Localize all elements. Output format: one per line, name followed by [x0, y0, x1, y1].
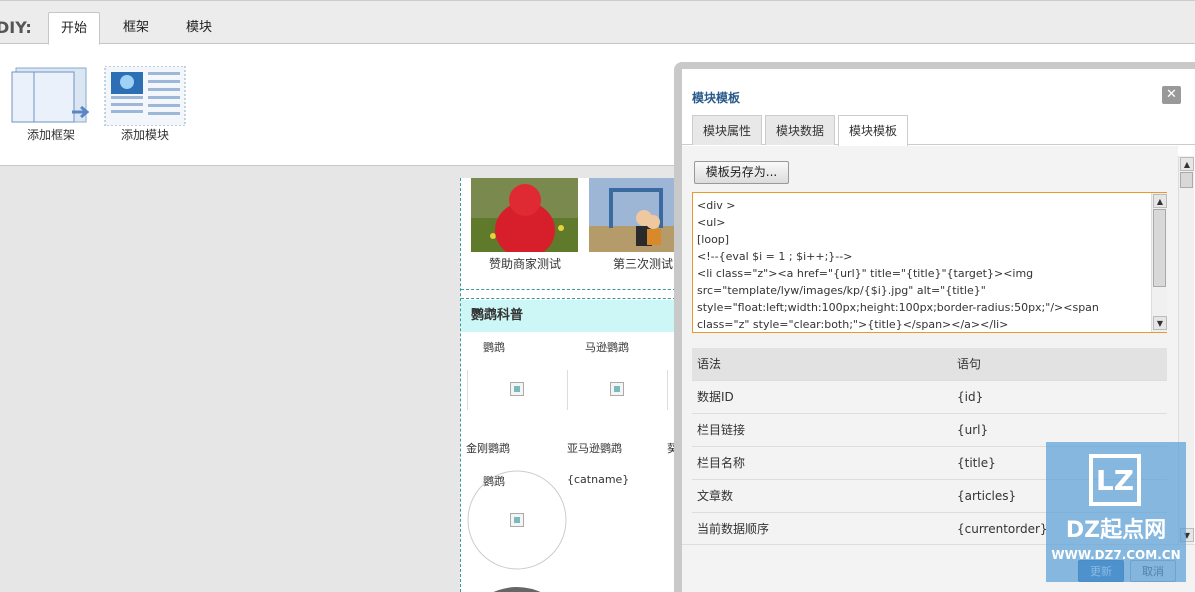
add-module-label: 添加模块 — [120, 128, 169, 142]
table-header: 语法 语句 — [692, 348, 1167, 381]
list-item[interactable]: 马逊鹦鹉 — [585, 339, 629, 355]
add-frame-label: 添加框架 — [26, 128, 75, 142]
diy-label: DIY: — [0, 18, 32, 37]
section-title: 鹦鹉科普 — [461, 300, 681, 332]
tab-start[interactable]: 开始 — [48, 12, 101, 45]
code-line: style="float:left;width:100px;height:100… — [697, 301, 1099, 314]
divider — [567, 370, 568, 410]
broken-image-icon[interactable] — [510, 513, 524, 527]
add-frame-icon — [11, 67, 90, 123]
close-icon: ✕ — [1166, 87, 1177, 102]
add-module-icon — [104, 65, 186, 127]
tab-module-properties[interactable]: 模块属性 — [692, 115, 763, 145]
divider — [467, 370, 468, 410]
syntax-name: 栏目名称 — [697, 456, 746, 470]
list-item[interactable]: 鹦鹉 — [483, 473, 505, 489]
watermark-logo: LZ — [1089, 454, 1141, 506]
code-line: [loop] — [697, 233, 730, 246]
close-button[interactable]: ✕ — [1162, 86, 1181, 104]
template-code-text[interactable]: <div > <ul> [loop] <!--{eval $i = 1 ; $i… — [697, 197, 1149, 330]
tab-module-template[interactable]: 模块模板 — [838, 115, 909, 146]
broken-image-icon[interactable] — [610, 382, 624, 396]
code-line: <li class="z"><a href="{url}" title="{ti… — [697, 267, 1034, 280]
header-syntax: 语法 — [697, 357, 722, 371]
syntax-name: 当前数据顺序 — [697, 522, 770, 536]
tab-frame[interactable]: 框架 — [111, 12, 161, 45]
diy-tab-strip: DIY: 开始 框架 模块 — [0, 0, 1195, 45]
syntax-token[interactable]: {title} — [957, 447, 996, 480]
broken-image-icon[interactable] — [510, 382, 524, 396]
code-line: <!--{eval $i = 1 ; $i++;}--> — [697, 250, 853, 263]
scroll-up-icon[interactable]: ▲ — [1180, 157, 1194, 171]
code-scrollbar[interactable]: ▲ ▼ — [1151, 193, 1167, 332]
code-line: class="z" style="clear:both;">{title}</s… — [697, 318, 1009, 330]
syntax-name: 栏目链接 — [697, 423, 746, 437]
photo-sponsor[interactable] — [471, 178, 578, 252]
watermark-site-name: DZ起点网 — [1065, 518, 1167, 543]
photo-caption-sponsor[interactable]: 赞助商家测试 — [489, 255, 561, 272]
add-module-button[interactable]: 添加模块 — [100, 65, 190, 142]
list-item[interactable]: {catname} — [567, 473, 629, 486]
dialog-title: 模块模板 — [692, 91, 741, 105]
scroll-up-icon[interactable]: ▲ — [1153, 194, 1167, 208]
scroll-thumb[interactable] — [1180, 172, 1193, 188]
photo-caption-third-test[interactable]: 第三次测试 — [613, 255, 673, 272]
syntax-name: 文章数 — [697, 489, 734, 503]
syntax-token[interactable]: {id} — [957, 381, 983, 414]
code-line: <ul> — [697, 216, 726, 229]
table-row: 数据ID {id} — [692, 381, 1167, 414]
list-item[interactable]: 亚马逊鹦鹉 — [567, 440, 622, 456]
save-template-as-button[interactable]: 模板另存为... — [694, 161, 789, 184]
frame-divider — [461, 289, 681, 290]
site-watermark: LZ DZ起点网 WWW.DZ7.COM.CN — [1046, 442, 1186, 582]
tab-module[interactable]: 模块 — [174, 12, 224, 45]
page-preview: 赞助商家测试 第三次测试 鹦鹉科普 鹦鹉 马逊鹦鹉 金刚鹦鹉 亚马逊鹦鹉 葵 鹦… — [460, 178, 696, 592]
tab-module-data[interactable]: 模块数据 — [765, 115, 836, 145]
syntax-token[interactable]: {articles} — [957, 480, 1016, 513]
header-statement: 语句 — [957, 357, 982, 371]
scroll-down-icon[interactable]: ▼ — [1153, 316, 1167, 330]
scroll-thumb[interactable] — [1153, 209, 1166, 287]
dialog-tabs: 模块属性 模块数据 模块模板 — [682, 107, 1195, 146]
frame-divider — [461, 298, 681, 299]
list-item[interactable]: 鹦鹉 — [483, 339, 505, 355]
watermark-url: WWW.DZ7.COM.CN — [1051, 548, 1181, 562]
list-item[interactable]: 金刚鹦鹉 — [466, 440, 510, 456]
code-line: src="template/lyw/images/kp/{$i}.jpg" al… — [697, 284, 986, 297]
round-image-placeholder — [493, 587, 541, 592]
syntax-token[interactable]: {url} — [957, 414, 988, 447]
syntax-name: 数据ID — [697, 390, 734, 404]
divider — [667, 370, 668, 410]
template-code-editor[interactable]: <div > <ul> [loop] <!--{eval $i = 1 ; $i… — [692, 192, 1167, 333]
code-line: <div > — [697, 199, 736, 212]
add-frame-button[interactable]: 添加框架 — [6, 66, 96, 142]
syntax-token[interactable]: {currentorder} — [957, 513, 1048, 544]
